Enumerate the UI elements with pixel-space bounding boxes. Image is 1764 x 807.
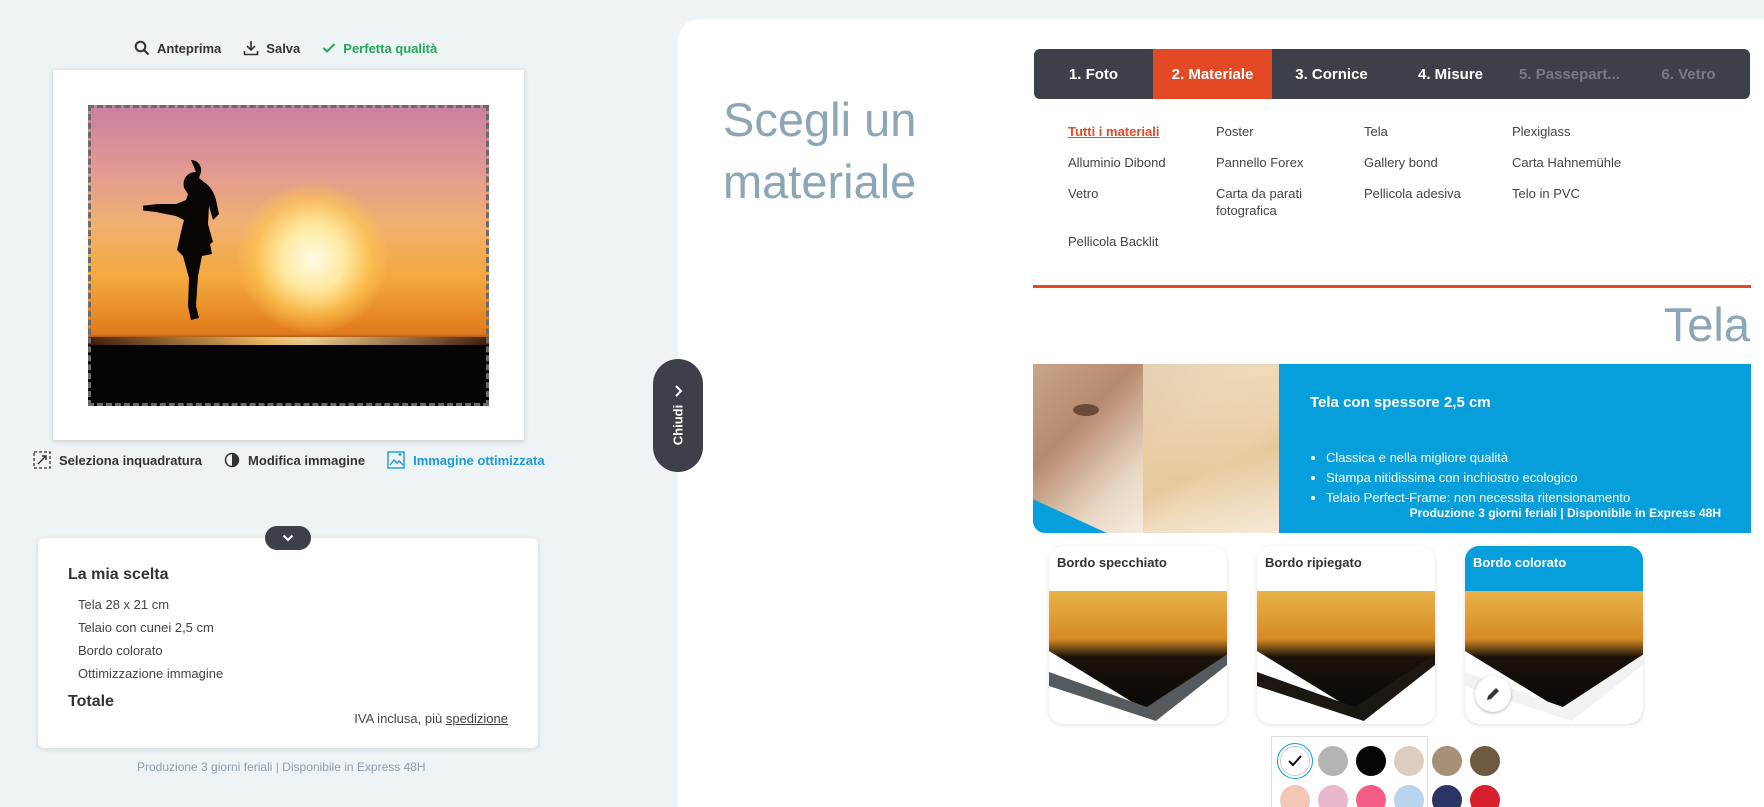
chevron-down-icon [282,534,294,542]
photo-preview[interactable] [88,105,489,406]
banner-feature: Stampa nitidissima con inchiostro ecolog… [1326,468,1630,488]
edge-option-label: Bordo ripiegato [1265,555,1362,570]
material-plexiglass[interactable]: Plexiglass [1512,123,1660,140]
edge-option-label: Bordo colorato [1473,555,1567,570]
choice-title: La mia scelta [68,566,169,583]
color-swatch[interactable] [1356,784,1386,807]
collapse-choice-button[interactable] [265,526,311,550]
material-canvas[interactable]: Tela [1364,123,1512,140]
vat-note: IVA inclusa, più spedizione [354,711,508,726]
color-swatch[interactable] [1394,746,1424,776]
material-backlit-film[interactable]: Pellicola Backlit [1068,233,1216,250]
save-button[interactable]: Salva [243,40,300,56]
banner-features: Classica e nella migliore qualità Stampa… [1326,448,1630,508]
color-swatch[interactable] [1394,784,1424,807]
image-magic-icon [387,451,405,469]
choice-item: Tela 28 x 21 cm [78,597,170,612]
step-size[interactable]: 4. Misure [1391,49,1510,99]
vat-text: IVA inclusa, più [354,711,443,726]
crop-icon [33,451,51,469]
step-passepartout: 5. Passepart... [1519,65,1620,83]
choice-item: Ottimizzazione immagine [78,666,224,681]
choice-item: Bordo colorato [78,643,163,658]
banner-title: Tela con spessore 2,5 cm [1310,394,1491,411]
material-hahnemuhle[interactable]: Carta Hahnemühle [1512,154,1660,171]
chevron-right-icon [675,385,683,397]
material-filter-list: Tutti i materiali Poster Tela Plexiglass… [1068,123,1668,250]
material-glass[interactable]: Vetro [1068,185,1216,219]
material-forex[interactable]: Pannello Forex [1216,154,1364,171]
color-swatch[interactable] [1356,746,1386,776]
material-wallpaper[interactable]: Carta da parati fotografica [1216,185,1364,219]
color-swatch[interactable] [1470,746,1500,776]
eye-detail [1073,404,1099,416]
search-icon [134,40,150,56]
crop-frame [88,105,489,406]
edit-image-button[interactable]: Modifica immagine [224,451,365,469]
step-photo[interactable]: 1. Foto [1034,49,1153,99]
close-label: Chiudi [670,404,686,446]
preview-toolbar: Anteprima Salva Perfetta qualità [134,40,437,56]
edit-image-label: Modifica immagine [248,452,366,468]
color-swatch[interactable] [1318,784,1348,807]
edge-option-colored[interactable]: Bordo colorato [1465,546,1643,724]
edge-option-folded[interactable]: Bordo ripiegato [1257,546,1435,724]
color-swatch[interactable] [1280,784,1310,807]
edge-preview-image [1257,591,1435,724]
material-gallery-bond[interactable]: Gallery bond [1364,154,1512,171]
download-icon [243,41,259,56]
section-title: Tela [1663,298,1750,351]
edit-color-button[interactable] [1475,676,1511,712]
step-glass: 6. Vetro [1661,65,1716,83]
step-navigation: 1. Foto 2. Materiale 3. Cornice 4. Misur… [1034,49,1750,99]
page-title: Scegli un materiale [723,93,917,208]
choice-item: Telaio con cunei 2,5 cm [78,620,214,635]
preview-button[interactable]: Anteprima [134,40,221,56]
quality-indicator: Perfetta qualità [322,41,437,56]
color-swatch[interactable] [1318,746,1348,776]
material-poster[interactable]: Poster [1216,123,1364,140]
close-panel-button[interactable]: Chiudi [653,359,703,472]
color-swatch[interactable] [1432,784,1462,807]
my-choice-summary: La mia scelta Tela 28 x 21 cm Telaio con… [38,538,538,748]
material-alu-dibond[interactable]: Alluminio Dibond [1068,154,1216,171]
edge-option-mirrored[interactable]: Bordo specchiato [1049,546,1227,724]
banner-feature: Telaio Perfect-Frame: non necessita rite… [1326,488,1630,508]
color-swatch[interactable] [1280,746,1310,776]
image-actions: Seleziona inquadratura Modifica immagine… [33,451,545,469]
banner-footer: Produzione 3 giorni feriali | Disponibil… [1409,506,1721,520]
canvas-product-banner[interactable]: Tela con spessore 2,5 cm Classica e nell… [1033,364,1751,533]
step-material[interactable]: 2. Materiale [1153,49,1272,99]
color-swatch[interactable] [1432,746,1462,776]
material-all[interactable]: Tutti i materiali [1068,123,1216,140]
edge-options: Bordo specchiato Bordo ripiegato Bordo c… [1049,546,1643,724]
banner-feature: Classica e nella migliore qualità [1326,448,1630,468]
pencil-icon [1487,688,1499,700]
select-crop-button[interactable]: Seleziona inquadratura [33,451,202,469]
save-label: Salva [266,40,301,56]
material-adhesive-film[interactable]: Pellicola adesiva [1364,185,1512,219]
edge-color-palette [1271,736,1500,807]
canvas-sample-photo [1033,364,1279,533]
section-divider [1033,285,1751,288]
configurator-panel: Scegli un materiale 1. Foto 2. Materiale… [678,19,1764,807]
select-crop-label: Seleziona inquadratura [59,452,203,468]
production-note: Produzione 3 giorni feriali | Disponibil… [137,760,426,774]
total-label: Totale [68,693,114,710]
color-swatch[interactable] [1470,784,1500,807]
canvas-preview [53,70,524,440]
shipping-link[interactable]: spedizione [446,711,508,726]
check-icon [323,43,336,53]
check-icon [1288,755,1302,767]
edge-option-label: Bordo specchiato [1057,555,1167,570]
optimized-image-label: Immagine ottimizzata [413,452,545,468]
material-pvc-banner[interactable]: Telo in PVC [1512,185,1660,219]
quality-label: Perfetta qualità [343,40,438,56]
optimized-image-button[interactable]: Immagine ottimizzata [387,451,545,469]
contrast-icon [224,452,240,468]
edge-preview-image [1049,591,1227,724]
hair-detail [1143,364,1279,533]
preview-label: Anteprima [157,40,222,56]
step-frame[interactable]: 3. Cornice [1272,49,1391,99]
